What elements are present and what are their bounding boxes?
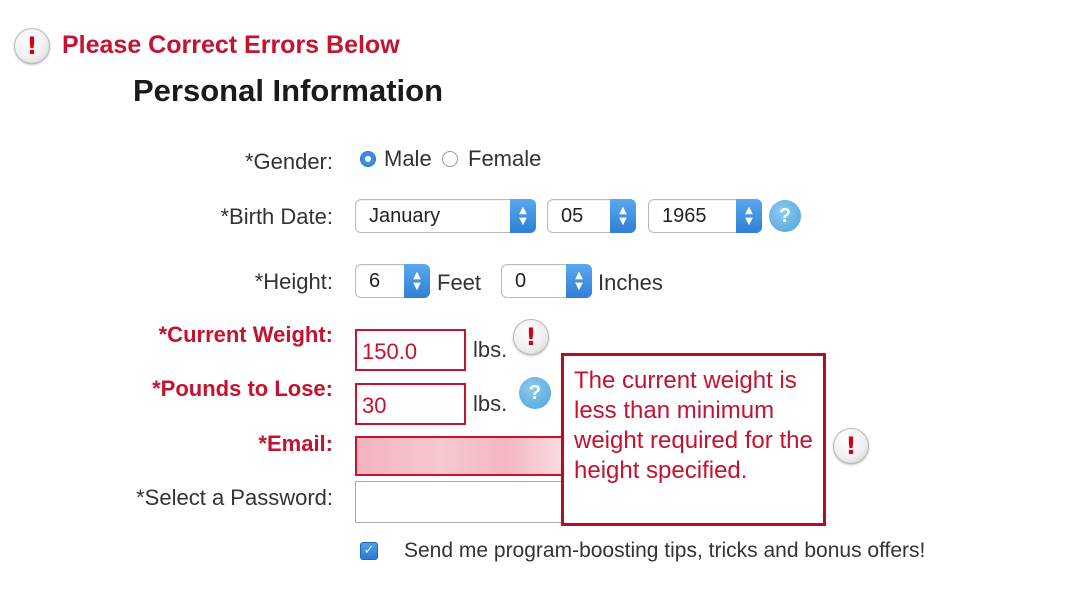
select-arrows-icon: ▲ ▼ (566, 264, 592, 298)
select-arrows-icon: ▲ ▼ (510, 199, 536, 233)
select-arrows-icon: ▲ ▼ (404, 264, 430, 298)
select-arrows-icon: ▲ ▼ (610, 199, 636, 233)
pounds-to-lose-help-icon[interactable]: ? (519, 377, 551, 409)
inches-unit-label: Inches (598, 270, 663, 295)
current-weight-error-icon: ! (513, 319, 549, 355)
birth-day-value: 05 (561, 205, 584, 227)
section-title: Personal Information (133, 73, 444, 108)
birth-year-select[interactable]: 1965 ▲ ▼ (648, 199, 762, 233)
error-heading: Please Correct Errors Below (62, 31, 400, 59)
birth-year-value: 1965 (662, 205, 707, 227)
current-weight-label: *Current Weight: (158, 322, 333, 347)
birth-month-value: January (369, 205, 441, 227)
pounds-to-lose-unit: lbs. (473, 391, 508, 416)
newsletter-label[interactable]: Send me program-boosting tips, tricks an… (404, 539, 925, 563)
gender-male-radio[interactable] (360, 151, 376, 167)
height-label: *Height: (254, 269, 333, 294)
pounds-to-lose-input[interactable]: 30 (355, 383, 466, 425)
pounds-to-lose-label: *Pounds to Lose: (152, 376, 333, 401)
height-feet-value: 6 (369, 270, 381, 292)
height-inches-select[interactable]: 0 ▲ ▼ (501, 264, 592, 298)
email-error-icon: ! (833, 428, 869, 464)
gender-male-label[interactable]: Male (384, 146, 432, 172)
gender-female-label[interactable]: Female (468, 146, 541, 172)
height-inches-value: 0 (515, 270, 527, 292)
newsletter-checkbox[interactable]: ✓ (360, 542, 378, 560)
weight-error-tooltip-text: The current weight is less than minimum … (574, 367, 813, 484)
birth-date-help-icon[interactable]: ? (769, 200, 801, 232)
birth-month-select[interactable]: January ▲ ▼ (355, 199, 536, 233)
height-feet-select[interactable]: 6 ▲ ▼ (355, 264, 430, 298)
current-weight-unit: lbs. (473, 337, 508, 362)
password-input[interactable] (355, 481, 570, 523)
email-label: *Email: (258, 431, 333, 456)
current-weight-input[interactable]: 150.0 (355, 329, 466, 371)
error-exclamation-icon: ! (14, 28, 50, 64)
birth-date-label: *Birth Date: (220, 204, 334, 229)
weight-error-tooltip: The current weight is less than minimum … (561, 353, 826, 526)
password-label: *Select a Password: (136, 485, 333, 510)
select-arrows-icon: ▲ ▼ (736, 199, 762, 233)
birth-day-select[interactable]: 05 ▲ ▼ (547, 199, 636, 233)
gender-female-radio[interactable] (442, 151, 458, 167)
gender-label: *Gender: (244, 149, 333, 174)
feet-unit-label: Feet (437, 270, 482, 295)
email-input[interactable] (355, 436, 570, 476)
